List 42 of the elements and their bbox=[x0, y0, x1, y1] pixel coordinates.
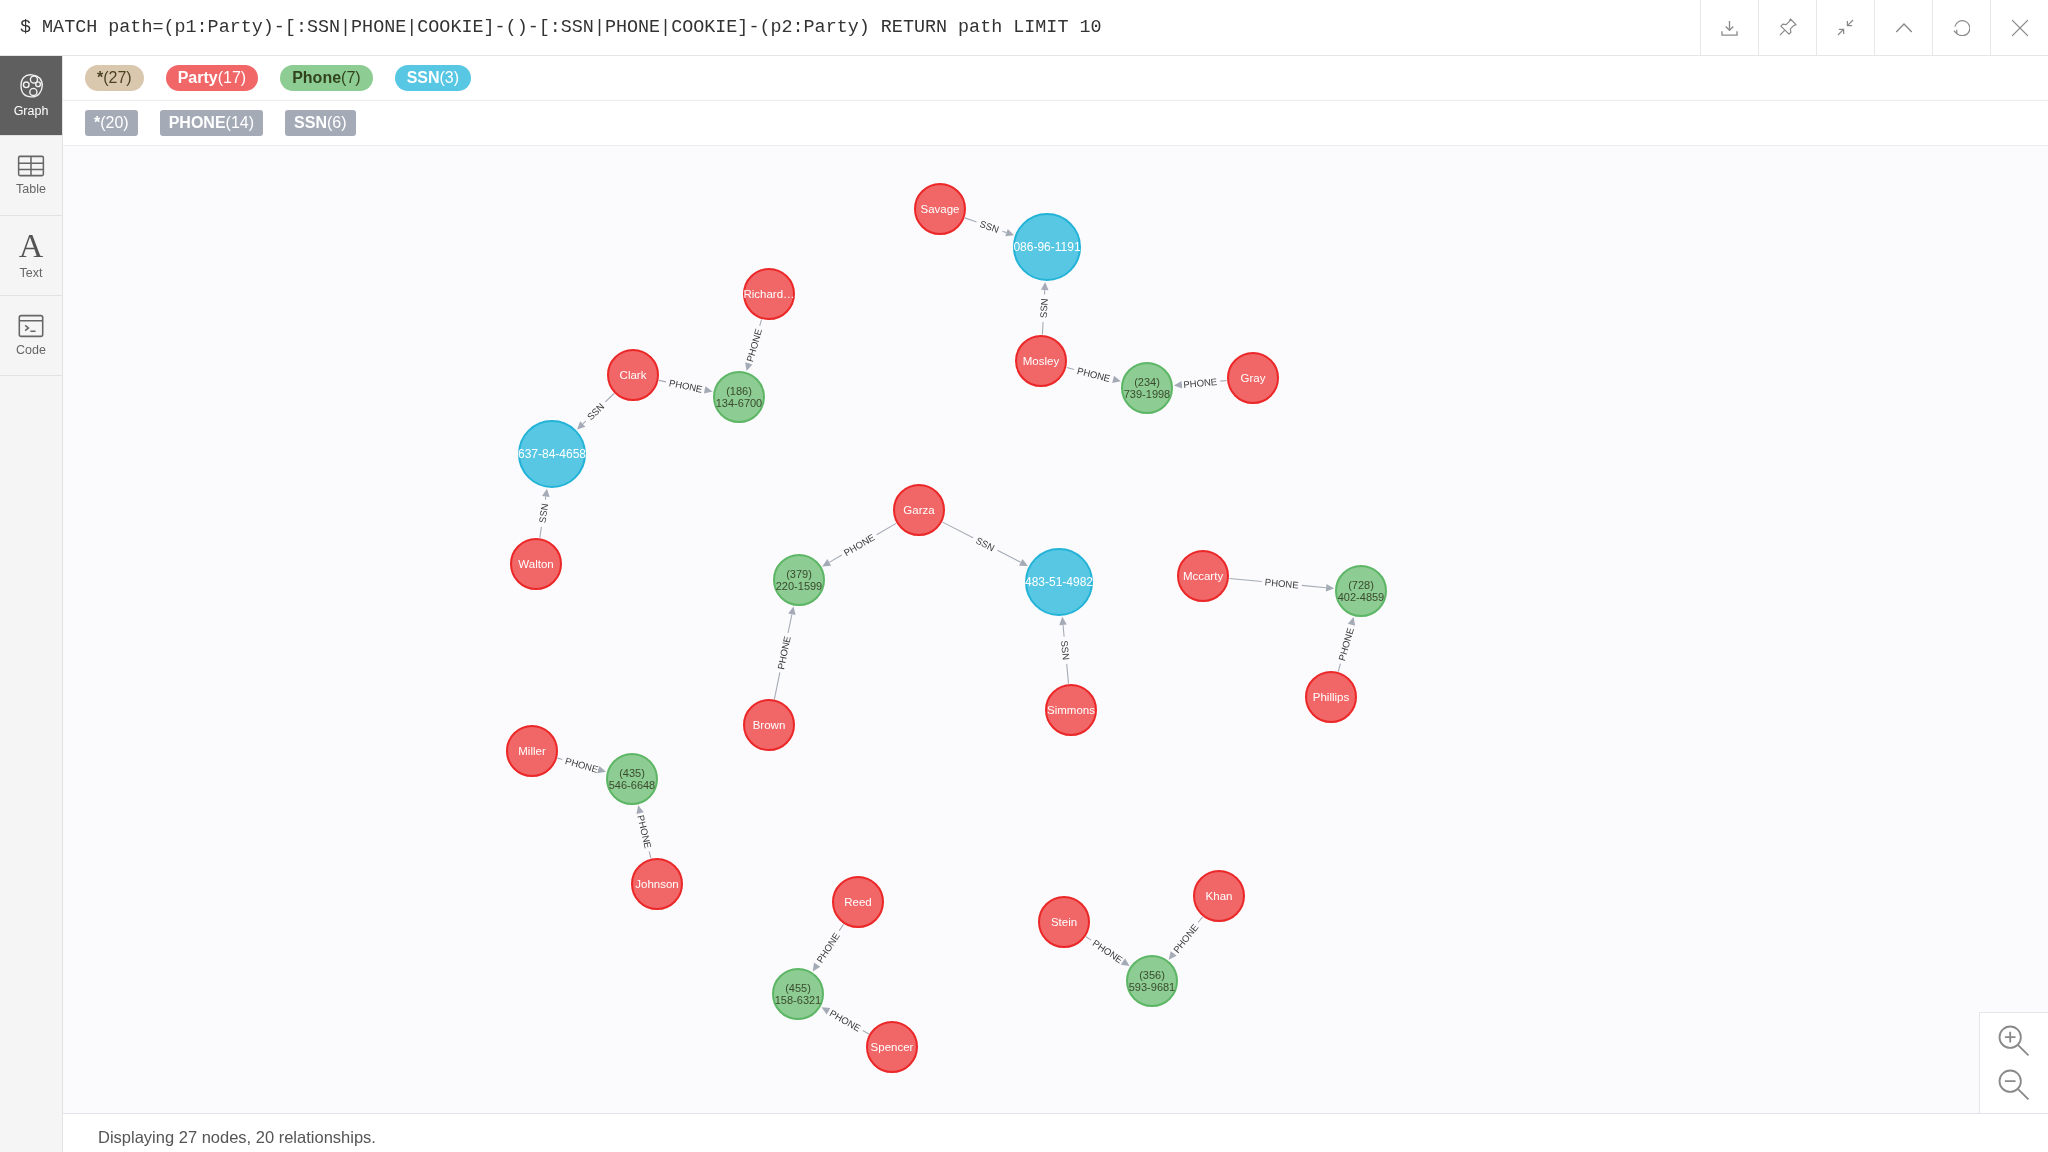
node-label-pill[interactable]: *(27) bbox=[85, 65, 144, 91]
graph-node[interactable]: Gray bbox=[1227, 352, 1279, 404]
letter-icon: A bbox=[18, 231, 44, 261]
graph-node[interactable]: Miller bbox=[506, 725, 558, 777]
graph-node[interactable]: Spencer bbox=[866, 1021, 918, 1073]
zoom-out-icon bbox=[1998, 1069, 2030, 1101]
graph-node[interactable]: (435) 546-6648 bbox=[606, 753, 658, 805]
graph-node[interactable]: (356) 593-9681 bbox=[1126, 955, 1178, 1007]
view-tab[interactable]: Graph bbox=[0, 56, 62, 136]
graph-node[interactable]: Simmons bbox=[1045, 684, 1097, 736]
download-icon bbox=[1721, 19, 1738, 36]
graph-node[interactable]: Savage bbox=[914, 183, 966, 235]
graph-node[interactable]: Mccarty bbox=[1177, 550, 1229, 602]
graph-icon bbox=[18, 73, 44, 99]
graph-node[interactable]: Phillips bbox=[1305, 671, 1357, 723]
graph-node[interactable]: Walton bbox=[510, 538, 562, 590]
graph-node[interactable]: Reed bbox=[832, 876, 884, 928]
graph-node[interactable]: (728) 402-4859 bbox=[1335, 565, 1387, 617]
node-label-pill[interactable]: Party(17) bbox=[165, 65, 259, 91]
graph-node[interactable]: Khan bbox=[1193, 870, 1245, 922]
graph-node[interactable]: Mosley bbox=[1015, 335, 1067, 387]
zoom-in-icon bbox=[1998, 1025, 2030, 1057]
chevron-up-icon bbox=[1894, 22, 1913, 33]
close-icon bbox=[2010, 18, 2029, 37]
graph-node[interactable]: (455) 158-6321 bbox=[772, 968, 824, 1020]
node-label-pill[interactable]: Phone(7) bbox=[280, 65, 373, 91]
shrink-icon bbox=[1837, 19, 1854, 36]
terminal-icon bbox=[18, 314, 44, 338]
graph-node[interactable]: Stein bbox=[1038, 896, 1090, 948]
graph-node[interactable]: (234) 739-1998 bbox=[1121, 362, 1173, 414]
graph-node[interactable]: Garza bbox=[893, 484, 945, 536]
status-text: Displaying 27 nodes, 20 relationships. bbox=[98, 1128, 376, 1146]
graph-node[interactable]: Brown bbox=[743, 699, 795, 751]
graph-node[interactable]: Clark bbox=[607, 349, 659, 401]
table-icon bbox=[17, 155, 45, 177]
pin-icon bbox=[1778, 18, 1797, 37]
graph-node[interactable]: (379) 220-1599 bbox=[773, 554, 825, 606]
refresh-icon bbox=[1953, 19, 1970, 36]
graph-node[interactable]: Johnson bbox=[631, 858, 683, 910]
graph-node[interactable]: Richard… bbox=[743, 268, 795, 320]
graph-node[interactable]: (186) 134-6700 bbox=[713, 371, 765, 423]
query-text: $ MATCH path=(p1:Party)-[:SSN|PHONE|COOKIE]-()-[:SSN|PHONE|COOKIE]-(p2:Party) RETURN path LIMIT 10 bbox=[19, 16, 1103, 40]
